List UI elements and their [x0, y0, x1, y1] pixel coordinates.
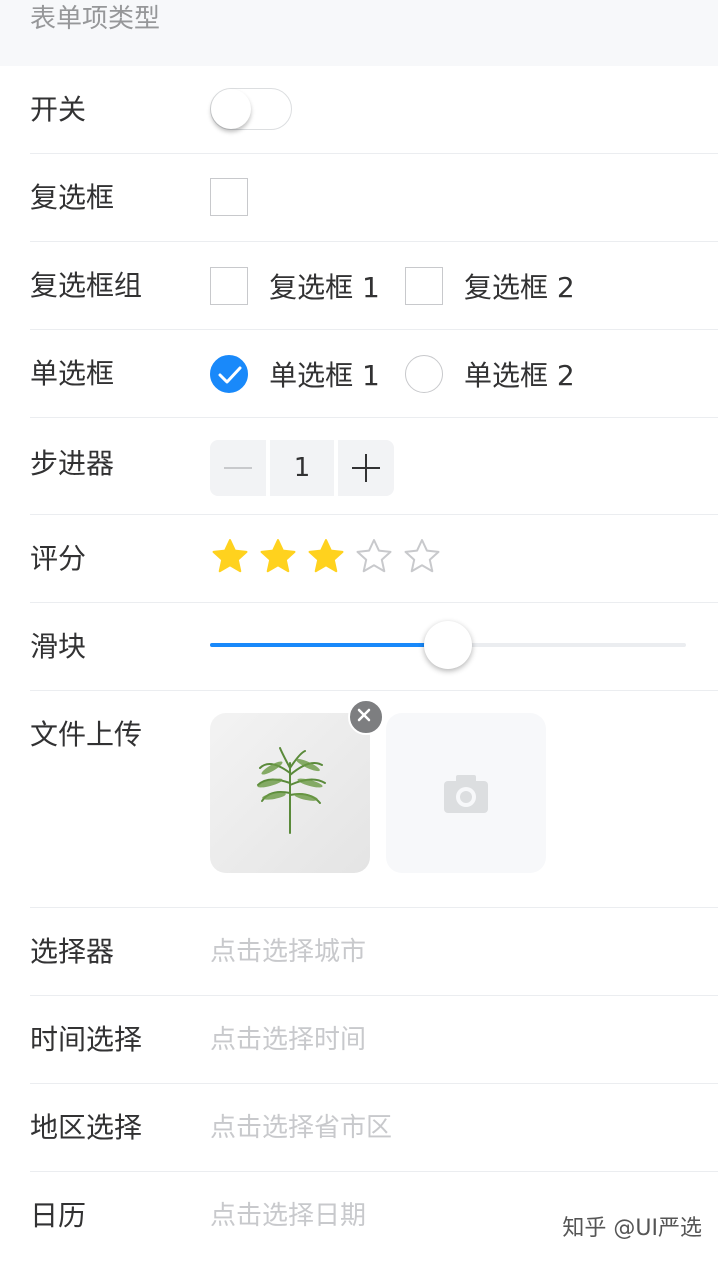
- picker-row[interactable]: 选择器 点击选择城市: [30, 908, 718, 996]
- radio-option-label: 单选框 1: [269, 359, 380, 392]
- camera-icon: [444, 775, 488, 813]
- area-label: 地区选择: [30, 1111, 143, 1144]
- stepper-minus-button[interactable]: [210, 440, 266, 496]
- slider-thumb[interactable]: [424, 621, 472, 669]
- time-placeholder[interactable]: 点击选择时间: [210, 1020, 366, 1060]
- stepper-label: 步进器: [30, 447, 115, 480]
- picker-label: 选择器: [30, 935, 115, 968]
- minus-icon: [224, 467, 252, 469]
- stepper-row: 步进器 1: [30, 418, 718, 515]
- uploader: [210, 699, 546, 873]
- plant-image: [257, 747, 326, 834]
- calendar-label: 日历: [30, 1199, 87, 1232]
- time-label: 时间选择: [30, 1023, 143, 1056]
- rate-row: 评分: [30, 515, 718, 603]
- rate-stars: [210, 537, 450, 577]
- checkbox-row: 复选框: [30, 154, 718, 242]
- section-title: 表单项类型: [30, 4, 161, 34]
- star-filled-icon[interactable]: [306, 537, 346, 577]
- stepper-plus-button[interactable]: [338, 440, 394, 496]
- radio-option-2[interactable]: 单选框 2: [404, 354, 575, 394]
- checkbox-option-label: 复选框 2: [464, 271, 575, 304]
- stepper: 1: [210, 440, 394, 496]
- rate-label: 评分: [30, 542, 87, 575]
- upload-add-button[interactable]: [386, 713, 546, 873]
- radio-row: 单选框 单选框 1 单选框 2: [30, 330, 718, 418]
- switch-knob: [211, 89, 251, 129]
- checkbox-box[interactable]: [404, 267, 443, 305]
- stepper-input[interactable]: 1: [270, 440, 334, 496]
- slider-fill: [210, 643, 448, 647]
- slider-label: 滑块: [30, 630, 87, 663]
- checkbox[interactable]: [210, 178, 248, 216]
- switch-label: 开关: [30, 93, 87, 126]
- star-empty-icon[interactable]: [354, 537, 394, 577]
- checkbox-group-label: 复选框组: [30, 269, 143, 302]
- area-row[interactable]: 地区选择 点击选择省市区: [30, 1084, 718, 1172]
- star-filled-icon[interactable]: [210, 537, 250, 577]
- plus-icon: [352, 454, 380, 482]
- picker-placeholder[interactable]: 点击选择城市: [210, 932, 366, 972]
- radio-option-label: 单选框 2: [464, 359, 575, 392]
- slider-row: 滑块: [30, 603, 718, 691]
- time-row[interactable]: 时间选择 点击选择时间: [30, 996, 718, 1084]
- radio-unchecked[interactable]: [404, 355, 443, 393]
- checkbox-option-2[interactable]: 复选框 2: [404, 266, 575, 306]
- star-filled-icon[interactable]: [258, 537, 298, 577]
- radio-checked[interactable]: [210, 355, 248, 393]
- checkbox-option-1[interactable]: 复选框 1: [210, 266, 380, 306]
- checkbox-box[interactable]: [210, 267, 248, 305]
- delete-image-button[interactable]: [348, 699, 384, 735]
- uploaded-image[interactable]: [210, 699, 384, 873]
- checkbox-option-label: 复选框 1: [269, 271, 380, 304]
- section-header: 表单项类型: [0, 0, 718, 66]
- calendar-placeholder[interactable]: 点击选择日期: [210, 1196, 366, 1236]
- check-icon: [218, 366, 242, 384]
- star-empty-icon[interactable]: [402, 537, 442, 577]
- slider-track[interactable]: [210, 621, 686, 669]
- checkbox-label: 复选框: [30, 181, 115, 214]
- area-placeholder[interactable]: 点击选择省市区: [210, 1108, 392, 1148]
- radio-label: 单选框: [30, 357, 115, 390]
- watermark: 知乎 @UI严选: [562, 1216, 702, 1241]
- upload-row: 文件上传: [30, 691, 718, 908]
- switch-toggle[interactable]: [210, 88, 292, 130]
- upload-label: 文件上传: [30, 718, 143, 751]
- close-icon: [357, 708, 371, 722]
- switch-row: 开关: [30, 66, 718, 154]
- checkbox-group-row: 复选框组 复选框 1 复选框 2: [30, 242, 718, 330]
- radio-option-1[interactable]: 单选框 1: [210, 354, 380, 394]
